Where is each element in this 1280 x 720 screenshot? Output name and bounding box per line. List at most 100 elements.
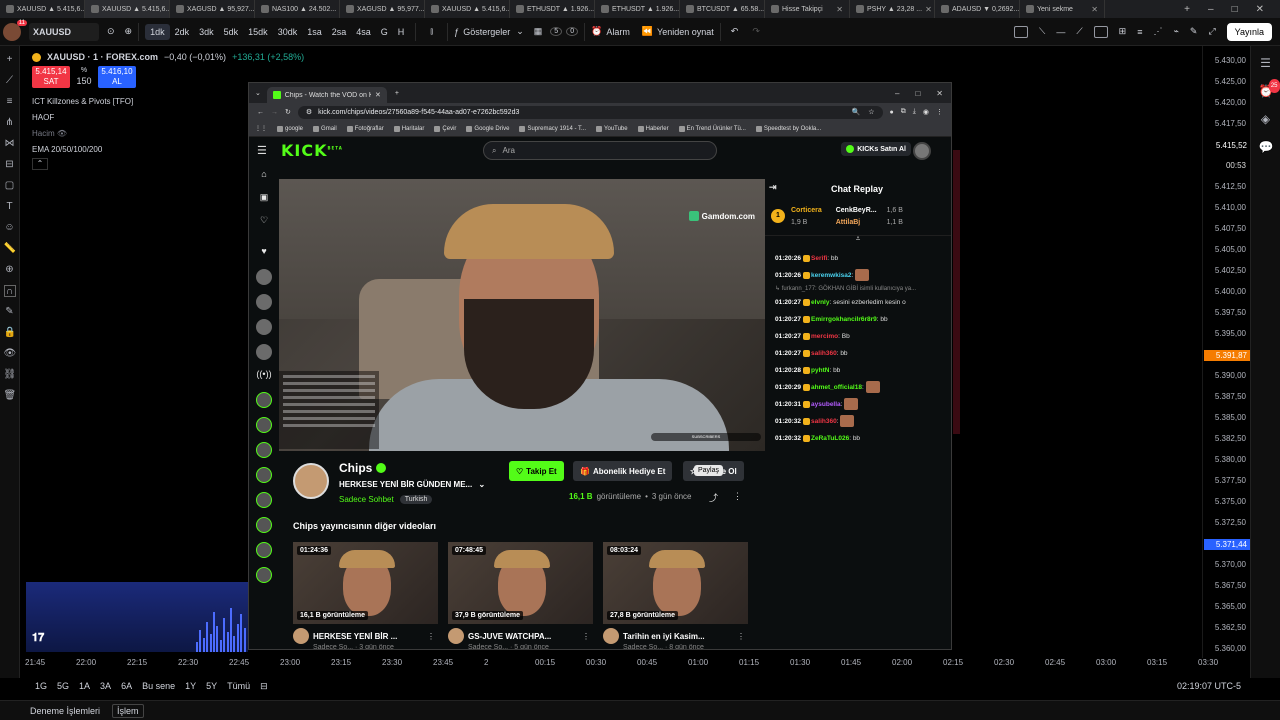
apps-icon[interactable]: ⋮⋮ — [255, 125, 267, 132]
minimize-icon[interactable]: – — [1208, 4, 1214, 15]
shape-icon[interactable]: ▢ — [4, 180, 16, 192]
category-link[interactable]: Sadece Sohbet — [339, 495, 394, 504]
browser-tab[interactable]: XAUUSD ▲ 5.415,6...✕ — [425, 0, 510, 18]
chat-username[interactable]: pyhtN — [811, 367, 829, 374]
tab-search-icon[interactable]: ⌄ — [255, 89, 261, 97]
interval-15dk[interactable]: 15dk — [243, 24, 273, 40]
gifter-name[interactable]: AttilaBj — [836, 217, 877, 229]
range-button[interactable]: 6A — [121, 681, 132, 691]
chat-username[interactable]: aysubella — [811, 401, 841, 408]
hline-icon[interactable]: — — [1056, 27, 1065, 37]
pattern-tool-icon[interactable]: ⋈ — [4, 138, 16, 150]
buy-button[interactable]: 5.416,10 AL — [98, 66, 136, 88]
video-title[interactable]: Tarihin en iyi Kasim... — [623, 632, 733, 641]
reload-icon[interactable]: ↻ — [285, 108, 291, 116]
kick-logo[interactable]: KICKBETA — [281, 141, 343, 160]
lock-icon[interactable]: 🔒 — [4, 327, 16, 339]
browse-icon[interactable]: ▣ — [256, 192, 272, 206]
sidebar-live-avatar[interactable] — [256, 417, 272, 433]
measure-icon[interactable]: ⤢ — [1208, 26, 1215, 37]
range-button[interactable]: 5G — [57, 681, 69, 691]
browser-tab[interactable]: Yeni sekme ✕ — [1020, 0, 1105, 18]
buy-kicks-button[interactable]: KICKs Satın Al — [841, 142, 911, 156]
trendline-icon[interactable]: ⟋ — [4, 75, 16, 87]
forward-icon[interactable]: → — [271, 109, 278, 116]
bookmark-item[interactable]: Supremacy 1914 - T... — [519, 125, 586, 132]
back-icon[interactable]: ← — [257, 109, 264, 116]
video-title[interactable]: GS-JUVE WATCHPA... — [468, 632, 578, 641]
legend-symbol[interactable]: XAUUSD · 1 · FOREX.com — [47, 52, 158, 62]
watchlist-icon[interactable]: ☰ — [1259, 56, 1273, 70]
tab-close-icon[interactable]: ✕ — [925, 5, 932, 14]
time-axis[interactable]: 21:45 22:00 22:15 22:30 22:45 23:00 23:15 23:30… — [21, 658, 1231, 670]
video-channel-avatar[interactable] — [603, 628, 619, 644]
range-button[interactable]: 1G — [35, 681, 47, 691]
chat-username[interactable]: Emirrgokhancilr6r8r9 — [811, 316, 877, 323]
tab-close-icon[interactable]: ✕ — [375, 91, 381, 99]
video-channel-avatar[interactable] — [293, 628, 309, 644]
link-icon[interactable]: ⛓ — [4, 369, 17, 381]
rectangle-icon[interactable] — [1093, 25, 1108, 38]
chevron-down-icon[interactable]: ⌄ — [478, 480, 485, 489]
video-channel-avatar[interactable] — [448, 628, 464, 644]
magnet-icon[interactable]: ∩ — [3, 285, 16, 297]
hlines-icon[interactable]: ≡ — [4, 96, 16, 108]
sidebar-live-avatar[interactable] — [256, 467, 272, 483]
video-thumbnail[interactable]: 07:48:45 37,9 B görüntüleme — [448, 542, 593, 624]
extension-icon[interactable]: ● — [890, 109, 894, 116]
bookmark-star-icon[interactable]: ☆ — [868, 108, 874, 116]
kick-search-input[interactable]: ⌕ Ara — [483, 141, 717, 160]
site-info-icon[interactable]: ⚙ — [306, 108, 312, 116]
undo-icon[interactable]: ↶ — [731, 26, 739, 37]
text-icon[interactable]: T — [4, 201, 16, 213]
browser-tab[interactable]: Hisse Takipçi ✕ — [765, 0, 850, 18]
chat-icon[interactable]: 💬 — [1259, 140, 1274, 154]
bookmark-item[interactable]: Haberler — [637, 125, 669, 132]
channel-avatar[interactable] — [293, 463, 329, 499]
ruler-icon[interactable]: 📏 — [4, 243, 16, 255]
chat-username[interactable]: salih360 — [811, 350, 837, 357]
user-avatar[interactable] — [913, 142, 931, 160]
downloads-icon[interactable]: ⤓ — [913, 108, 916, 116]
interval-G[interactable]: G — [376, 24, 393, 40]
gift-sub-button[interactable]: 🎁 Abonelik Hediye Et — [573, 461, 673, 481]
browser-tab[interactable]: ADAUSD ▼ 0,2692...✕ — [935, 0, 1020, 18]
range-button[interactable]: Tümü — [227, 681, 250, 691]
interval-1dk[interactable]: 1dk — [145, 23, 170, 40]
add-symbol-icon[interactable]: ⊕ — [125, 26, 133, 37]
chat-username[interactable]: keremwkisa2 — [811, 272, 851, 279]
maximize-icon[interactable]: □ — [1232, 4, 1238, 15]
collapse-chat-icon[interactable]: ⇥ — [769, 182, 777, 193]
crosshair-icon[interactable]: + — [4, 54, 16, 66]
eye-icon[interactable]: 👁 — [4, 348, 17, 360]
browser-tab[interactable]: ETHUSDT ▲ 1.926...✕ — [595, 0, 680, 18]
hidden-eye-icon[interactable]: 👁 — [57, 129, 67, 138]
profile-icon[interactable]: ◉ — [923, 108, 929, 116]
browser-tab[interactable]: BTCUSDT ▲ 65.58...✕ — [680, 0, 765, 18]
browser-tab[interactable]: ETHUSDT ▲ 1.926...✕ — [510, 0, 595, 18]
video-title[interactable]: HERKESE YENİ BİR ... — [313, 632, 423, 641]
video-player[interactable]: Gamdom.com SUBSCRIBERS — [279, 179, 765, 451]
bookmark-item[interactable]: google — [277, 125, 303, 132]
layouts-icon[interactable]: ▦ — [534, 26, 543, 37]
symbol-search[interactable]: XAUUSD — [29, 22, 99, 41]
pitchfork-icon[interactable]: ⋔ — [4, 117, 16, 129]
ray-icon[interactable]: ⟋ — [1076, 26, 1082, 37]
collapse-legend-icon[interactable]: ⌃ — [32, 158, 48, 170]
more-options-icon[interactable]: ⋮ — [733, 491, 742, 502]
channel-name[interactable]: Chips — [339, 461, 372, 475]
trade-tab[interactable]: İşlem — [112, 703, 144, 718]
hamburger-icon[interactable]: ☰ — [257, 144, 271, 157]
layout-grid-icon[interactable] — [1014, 25, 1029, 38]
compare-icon[interactable]: ⊙ — [107, 26, 115, 37]
video-card[interactable]: 08:03:24 27,8 B görüntüleme Tarihin en iyi… — [603, 542, 748, 649]
indicators-button[interactable]: Göstergeler — [463, 27, 510, 37]
sidebar-channel-avatar[interactable] — [256, 319, 272, 335]
alarm-icon[interactable]: ⏰ — [591, 26, 602, 37]
new-tab-icon[interactable]: + — [1184, 4, 1190, 15]
brush-icon[interactable]: ✎ — [1190, 26, 1198, 37]
sidebar-live-avatar[interactable] — [256, 542, 272, 558]
alerts-icon[interactable]: ⏰ 25 — [1259, 79, 1280, 98]
path-icon[interactable]: ⌁ — [1173, 26, 1178, 37]
range-button[interactable]: 1Y — [185, 681, 196, 691]
